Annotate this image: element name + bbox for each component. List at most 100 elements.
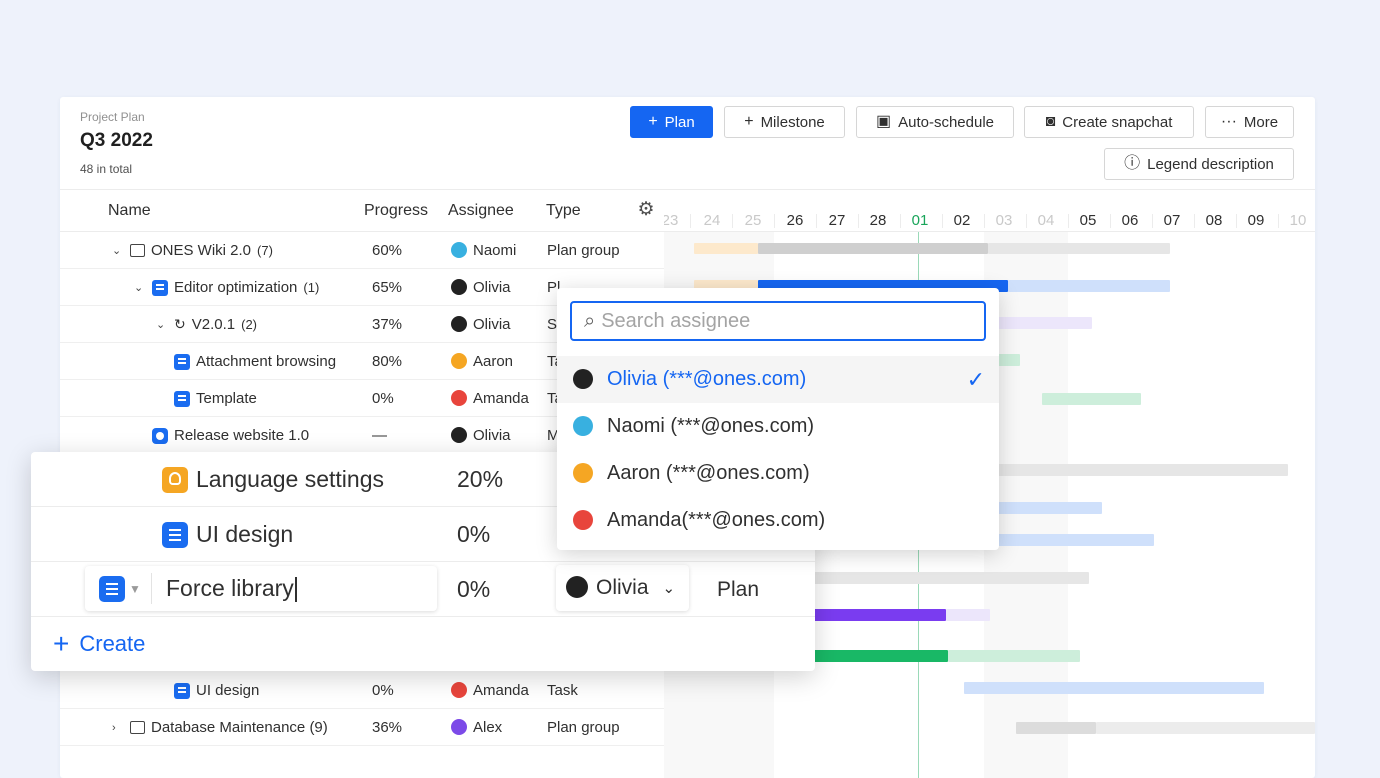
table-header: Name Progress Assignee Type ⚙ bbox=[60, 189, 664, 232]
avatar bbox=[451, 353, 467, 370]
task-icon bbox=[174, 682, 190, 699]
add-plan-button[interactable]: + Plan bbox=[630, 106, 713, 138]
avatar bbox=[573, 368, 593, 389]
plus-icon: + bbox=[744, 113, 754, 130]
timeline-day: 02 bbox=[953, 212, 971, 229]
chevron-down-icon: ▼ bbox=[129, 582, 141, 596]
gantt-bar[interactable] bbox=[814, 650, 948, 662]
chevron-down-icon[interactable]: ⌄ bbox=[112, 244, 124, 257]
gantt-bar[interactable] bbox=[814, 572, 1089, 584]
more-button[interactable]: ··· More bbox=[1205, 106, 1294, 138]
column-assignee[interactable]: Assignee bbox=[448, 202, 514, 220]
avatar bbox=[451, 390, 467, 407]
timeline-day: 05 bbox=[1079, 212, 1097, 229]
table-row[interactable]: UI design 0% Amanda Task bbox=[60, 672, 664, 709]
timeline-day: 08 bbox=[1205, 212, 1223, 229]
folder-icon bbox=[130, 244, 145, 257]
avatar bbox=[573, 462, 593, 483]
timeline-day: 23 bbox=[664, 212, 679, 229]
timeline-day: 25 bbox=[744, 212, 762, 229]
assignee-option-aaron[interactable]: Aaron (***@ones.com) bbox=[557, 450, 999, 497]
gantt-bar[interactable] bbox=[1008, 280, 1170, 292]
create-button[interactable]: + Create bbox=[53, 630, 145, 658]
timeline-day: 28 bbox=[869, 212, 887, 229]
gantt-bar[interactable] bbox=[946, 609, 990, 621]
task-icon bbox=[99, 576, 125, 602]
breadcrumb: Project Plan bbox=[80, 110, 145, 124]
page-title: Q3 2022 bbox=[80, 130, 153, 151]
avatar bbox=[451, 316, 467, 333]
gantt-bar[interactable] bbox=[994, 317, 1092, 329]
column-name[interactable]: Name bbox=[108, 202, 151, 220]
search-field[interactable]: ⌕ bbox=[570, 301, 986, 341]
task-icon bbox=[174, 390, 190, 407]
avatar bbox=[451, 719, 467, 736]
table-row[interactable]: ⌄ ONES Wiki 2.0 (7) 60% Naomi Plan group bbox=[60, 232, 664, 269]
search-input[interactable] bbox=[601, 309, 952, 333]
gantt-bar[interactable] bbox=[948, 650, 1080, 662]
table-row[interactable]: › Database Maintenance (9) 36% Alex Plan… bbox=[60, 709, 664, 746]
plus-icon: + bbox=[648, 113, 658, 130]
calendar-icon: ▣ bbox=[875, 113, 892, 130]
chevron-down-icon[interactable]: ⌄ bbox=[134, 281, 146, 294]
timeline-header: 23 24 25 26 27 28 01 02 03 04 05 06 07 0… bbox=[664, 189, 1315, 232]
timeline-day: 26 bbox=[786, 212, 804, 229]
gantt-bar[interactable] bbox=[694, 243, 758, 254]
total-count: 48 in total bbox=[80, 162, 133, 176]
auto-schedule-button[interactable]: ▣ Auto-schedule bbox=[856, 106, 1014, 138]
column-progress[interactable]: Progress bbox=[364, 202, 428, 220]
folder-icon bbox=[130, 721, 145, 734]
avatar bbox=[566, 576, 588, 598]
avatar bbox=[451, 682, 467, 699]
release-icon bbox=[152, 427, 168, 444]
assignee-dropdown: ⌕ Olivia (***@ones.com) ✓ Naomi (***@one… bbox=[557, 288, 999, 550]
check-icon: ✓ bbox=[966, 367, 985, 392]
gantt-bar[interactable] bbox=[758, 243, 988, 254]
timeline-day: 03 bbox=[995, 212, 1013, 229]
iteration-icon: ↻ bbox=[174, 316, 186, 332]
gantt-bar[interactable] bbox=[1096, 722, 1315, 734]
chevron-right-icon[interactable]: › bbox=[112, 722, 124, 734]
assignee-option-amanda[interactable]: Amanda(***@ones.com) bbox=[557, 497, 999, 544]
info-icon: ⓘ bbox=[1124, 155, 1141, 172]
gantt-bar[interactable] bbox=[994, 502, 1102, 514]
timeline-day: 10 bbox=[1289, 212, 1307, 229]
assignee-option-naomi[interactable]: Naomi (***@ones.com) bbox=[557, 403, 999, 450]
title-input[interactable]: ▼ Force library bbox=[85, 566, 437, 611]
gantt-bar[interactable] bbox=[1016, 722, 1096, 734]
chevron-down-icon[interactable]: ⌄ bbox=[156, 318, 168, 331]
avatar bbox=[451, 242, 467, 259]
column-type[interactable]: Type bbox=[546, 202, 581, 220]
bulb-icon bbox=[162, 466, 188, 493]
task-icon bbox=[174, 353, 190, 370]
task-icon bbox=[162, 521, 188, 548]
gantt-bar[interactable] bbox=[814, 609, 946, 621]
gantt-bar[interactable] bbox=[994, 464, 1288, 476]
gantt-bar[interactable] bbox=[994, 534, 1154, 546]
timeline-day-today: 01 bbox=[911, 212, 929, 229]
avatar bbox=[451, 427, 467, 444]
chevron-down-icon: ⌄ bbox=[662, 580, 676, 597]
timeline-day: 27 bbox=[828, 212, 846, 229]
gantt-bar[interactable] bbox=[1042, 393, 1141, 405]
timeline-day: 09 bbox=[1247, 212, 1265, 229]
gear-icon[interactable]: ⚙ bbox=[634, 198, 658, 222]
timeline-day: 06 bbox=[1121, 212, 1139, 229]
timeline-day: 07 bbox=[1163, 212, 1181, 229]
avatar bbox=[451, 279, 467, 296]
legend-description-button[interactable]: ⓘ Legend description bbox=[1104, 148, 1294, 180]
add-milestone-button[interactable]: + Milestone bbox=[724, 106, 845, 138]
avatar bbox=[573, 415, 593, 436]
avatar bbox=[573, 509, 593, 530]
gantt-bar[interactable] bbox=[964, 682, 1264, 694]
gantt-bar[interactable] bbox=[988, 243, 1170, 254]
task-icon bbox=[152, 279, 168, 296]
search-icon: ⌕ bbox=[584, 309, 596, 332]
assignee-select[interactable]: Olivia ⌄ bbox=[556, 565, 689, 611]
edit-row: ▼ Force library 0% Olivia ⌄ Plan bbox=[31, 562, 815, 617]
create-snapshot-button[interactable]: ◙ Create snapchat bbox=[1024, 106, 1194, 138]
assignee-option-olivia[interactable]: Olivia (***@ones.com) ✓ bbox=[557, 356, 999, 403]
type-selector[interactable]: ▼ bbox=[99, 575, 147, 603]
more-icon: ··· bbox=[1220, 113, 1237, 130]
camera-icon: ◙ bbox=[1045, 113, 1056, 130]
